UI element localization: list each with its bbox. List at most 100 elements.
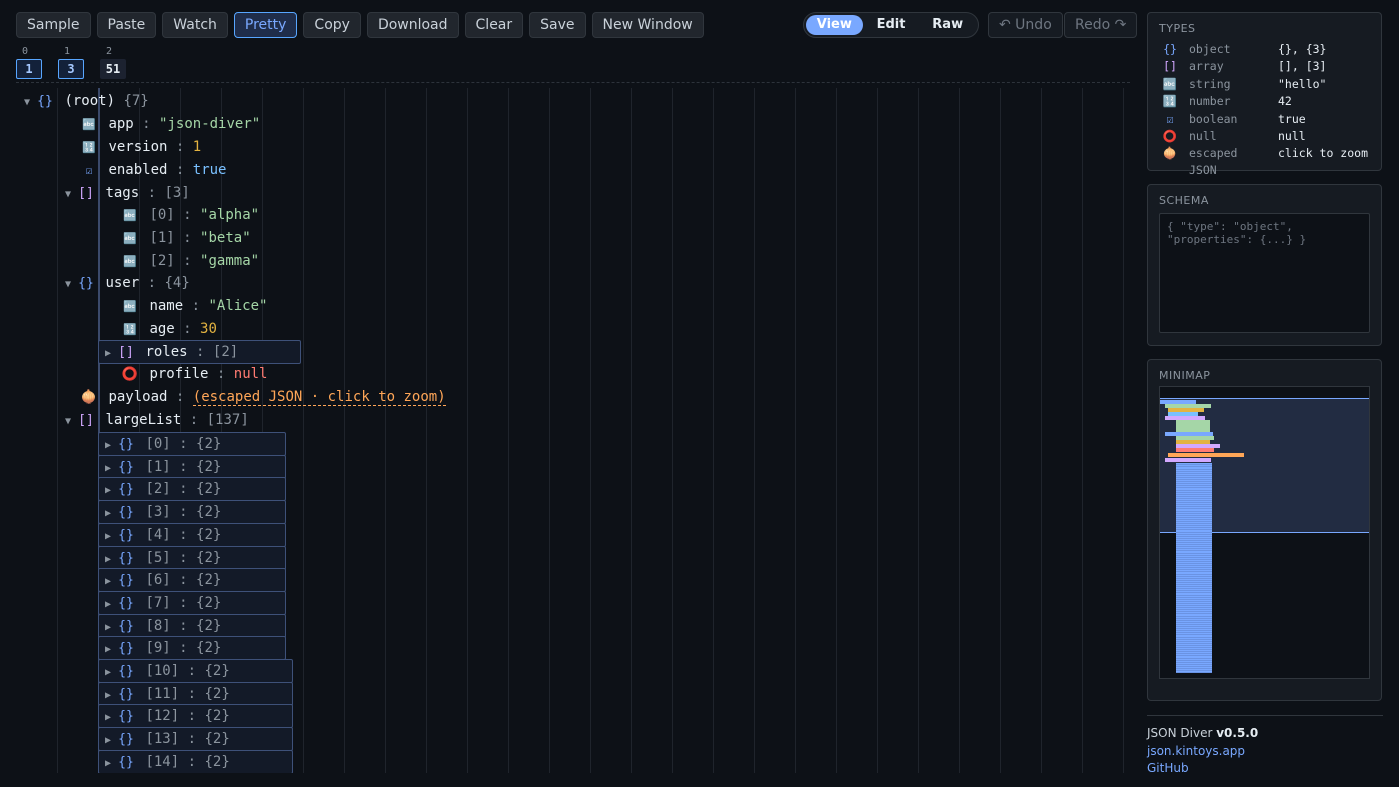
node-key: app <box>108 116 134 132</box>
array-icon: [] <box>78 186 94 201</box>
collapse-triangle-icon[interactable]: ▼ <box>61 184 75 206</box>
tree-node-largelist-item[interactable]: ▶{} [6] : {2} <box>98 568 286 593</box>
node-separator: : <box>187 708 197 725</box>
expand-triangle-icon[interactable]: ▶ <box>101 707 115 729</box>
tree-node-largelist-item[interactable]: ▶{} [1] : {2} <box>98 454 286 480</box>
expand-triangle-icon[interactable]: ▶ <box>101 458 115 480</box>
new-window-button[interactable]: New Window <box>591 12 704 38</box>
tree-node-largelist-item[interactable]: ▶{} [14] : {2} <box>98 749 293 773</box>
indent-guide <box>1041 88 1042 773</box>
depth-level-2[interactable]: 2 51 <box>100 46 126 79</box>
clear-button[interactable]: Clear <box>464 12 524 38</box>
download-button[interactable]: Download <box>366 12 459 38</box>
node-separator: : <box>147 185 157 201</box>
expand-triangle-icon[interactable]: ▶ <box>101 549 115 571</box>
depth-level-1[interactable]: 1 3 <box>58 46 84 79</box>
tree-node-largelist-item[interactable]: ▶{} [0] : {2} <box>98 432 286 456</box>
node-separator: : <box>216 366 226 382</box>
type-example: click to zoom <box>1278 146 1369 161</box>
type-legend-row: {} object {}, {3} <box>1159 41 1326 58</box>
expand-triangle-icon[interactable]: ▶ <box>101 571 115 593</box>
redo-button[interactable]: Redo ↷ <box>1064 12 1138 38</box>
mode-edit-tab[interactable]: Edit <box>863 15 920 35</box>
expand-triangle-icon[interactable]: ▶ <box>101 753 115 773</box>
indent-guide <box>303 88 304 773</box>
expand-triangle-icon[interactable]: ▶ <box>101 730 115 752</box>
node-count: [2] <box>212 344 239 360</box>
expand-triangle-icon[interactable]: ▶ <box>101 639 115 661</box>
node-value: "Alice" <box>208 298 268 314</box>
expand-triangle-icon[interactable]: ▶ <box>101 343 115 365</box>
type-example: [], [3] <box>1278 59 1327 74</box>
expand-triangle-icon[interactable]: ▶ <box>101 594 115 616</box>
save-button[interactable]: Save <box>529 12 586 38</box>
tree-node-user-profile[interactable]: ⭕ profile : null <box>119 363 268 385</box>
tree-node-largelist[interactable]: ▼[] largeList : [137] <box>61 409 249 431</box>
expand-triangle-icon[interactable]: ▶ <box>101 526 115 548</box>
object-icon: {} <box>118 754 134 770</box>
mode-view-tab[interactable]: View <box>806 15 863 35</box>
node-key: roles <box>145 344 188 360</box>
tree-node-tags-2[interactable]: 🔤 [2] : "gamma" <box>119 250 259 272</box>
node-key: enabled <box>108 162 168 178</box>
node-key: [13] <box>145 731 180 748</box>
tree-node-tags[interactable]: ▼[] tags : [3] <box>61 182 190 204</box>
tree-node-user-roles[interactable]: ▶[] roles : [2] <box>98 340 301 364</box>
object-icon: {} <box>37 94 53 109</box>
object-icon: {} <box>118 686 134 702</box>
object-icon: {} <box>118 550 134 566</box>
escaped-json-zoom-link[interactable]: (escaped JSON · click to zoom) <box>192 389 446 406</box>
expand-triangle-icon[interactable]: ▶ <box>101 480 115 502</box>
tree-node-user[interactable]: ▼{} user : {4} <box>61 272 190 294</box>
collapse-triangle-icon[interactable]: ▼ <box>61 274 75 296</box>
tree-node-largelist-item[interactable]: ▶{} [7] : {2} <box>98 590 286 616</box>
pretty-button[interactable]: Pretty <box>233 12 298 38</box>
mode-raw-tab[interactable]: Raw <box>919 15 976 35</box>
undo-button[interactable]: ↶ Undo <box>988 12 1063 38</box>
copy-button[interactable]: Copy <box>303 12 361 38</box>
expand-triangle-icon[interactable]: ▶ <box>101 617 115 639</box>
tree-node-app[interactable]: 🔤 app : "json-diver" <box>78 113 260 135</box>
sample-button[interactable]: Sample <box>16 12 91 38</box>
depth-level-label: 2 <box>106 46 113 57</box>
watch-button[interactable]: Watch <box>162 12 228 38</box>
array-icon: [] <box>78 413 94 428</box>
tree-node-enabled[interactable]: ☑ enabled : true <box>78 159 227 181</box>
tree-node-payload[interactable]: 🧅 payload : (escaped JSON · click to zoo… <box>78 386 446 408</box>
depth-level-0[interactable]: 0 1 <box>16 46 42 79</box>
minimap[interactable] <box>1159 386 1370 679</box>
node-separator: : <box>187 663 197 679</box>
expand-triangle-icon[interactable]: ▶ <box>101 503 115 525</box>
tree-node-largelist-item[interactable]: ▶{} [8] : {2} <box>98 613 286 639</box>
node-key: [11] <box>145 685 180 702</box>
tree-node-largelist-item[interactable]: ▶{} [5] : {2} <box>98 545 286 571</box>
tree-node-largelist-item[interactable]: ▶{} [11] : {2} <box>98 681 293 707</box>
tree-node-largelist-item[interactable]: ▶{} [10] : {2} <box>98 659 293 683</box>
expand-triangle-icon[interactable]: ▶ <box>101 685 115 707</box>
indent-guide <box>836 88 837 773</box>
paste-button[interactable]: Paste <box>96 12 157 38</box>
tree-node-user-age[interactable]: 🔢 age : 30 <box>119 318 217 340</box>
collapse-triangle-icon[interactable]: ▼ <box>20 92 34 114</box>
node-separator: : <box>175 139 185 155</box>
type-name: object <box>1189 42 1231 56</box>
tree-node-largelist-item[interactable]: ▶{} [4] : {2} <box>98 522 286 548</box>
tree-node-largelist-item[interactable]: ▶{} [9] : {2} <box>98 636 286 661</box>
expand-triangle-icon[interactable]: ▶ <box>101 435 115 457</box>
tree-node-root[interactable]: ▼{} (root) {7} <box>20 90 149 112</box>
tree-node-largelist-item[interactable]: ▶{} [2] : {2} <box>98 477 286 502</box>
tree-node-largelist-item[interactable]: ▶{} [3] : {2} <box>98 500 286 525</box>
tree-node-largelist-item[interactable]: ▶{} [13] : {2} <box>98 727 293 752</box>
tree-node-user-name[interactable]: 🔤 name : "Alice" <box>119 295 267 317</box>
collapse-triangle-icon[interactable]: ▼ <box>61 411 75 433</box>
app-name: JSON Diver <box>1147 726 1213 740</box>
site-link[interactable]: json.kintoys.app <box>1147 743 1383 761</box>
tree-node-tags-1[interactable]: 🔤 [1] : "beta" <box>119 227 250 249</box>
tree-node-version[interactable]: 🔢 version : 1 <box>78 136 201 158</box>
github-link[interactable]: GitHub <box>1147 760 1383 778</box>
tree-node-tags-0[interactable]: 🔤 [0] : "alpha" <box>119 204 259 226</box>
expand-triangle-icon[interactable]: ▶ <box>101 662 115 684</box>
node-key: [0] <box>149 207 175 223</box>
schema-input[interactable]: { "type": "object", "properties": {...} … <box>1159 213 1370 333</box>
tree-node-largelist-item[interactable]: ▶{} [12] : {2} <box>98 704 293 729</box>
